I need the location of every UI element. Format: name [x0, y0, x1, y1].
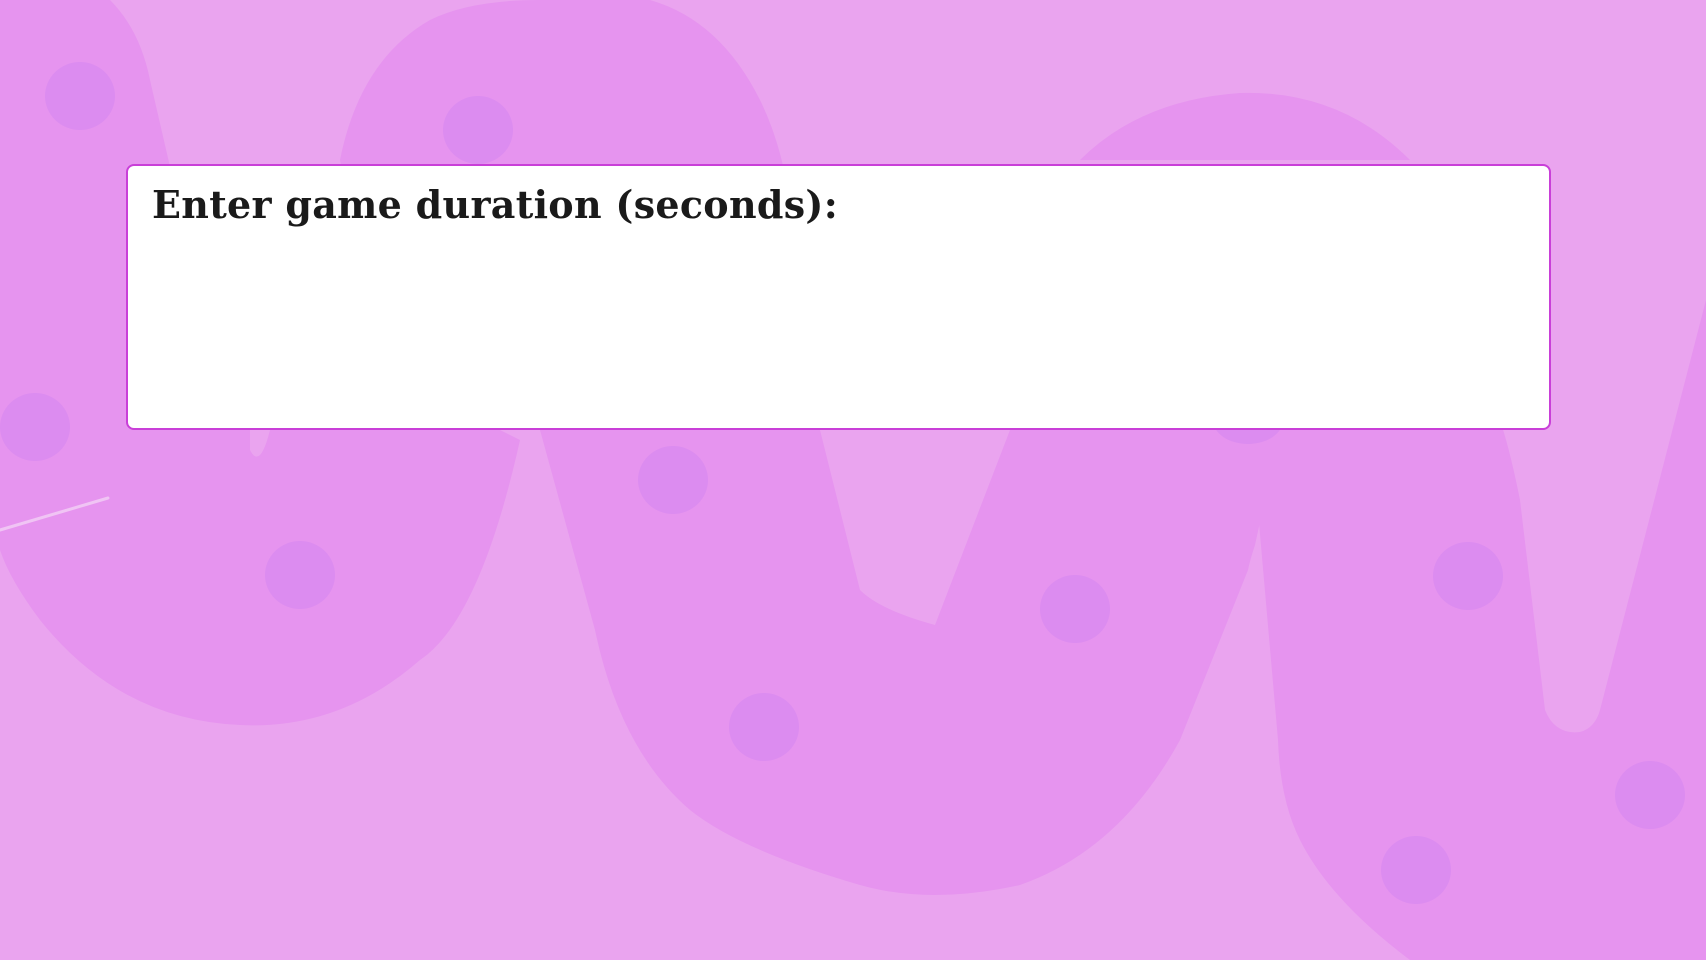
dot — [265, 541, 335, 609]
dot — [1381, 836, 1451, 904]
dot — [443, 96, 513, 164]
dot — [1040, 575, 1110, 643]
dot — [0, 393, 70, 461]
dot — [638, 446, 708, 514]
duration-prompt-dialog[interactable]: Enter game duration (seconds): — [126, 164, 1551, 430]
dot — [1615, 761, 1685, 829]
dot — [729, 693, 799, 761]
background-worm-pattern — [0, 0, 1706, 960]
dot — [1433, 542, 1503, 610]
prompt-label: Enter game duration (seconds): — [152, 182, 839, 227]
dot — [45, 62, 115, 130]
